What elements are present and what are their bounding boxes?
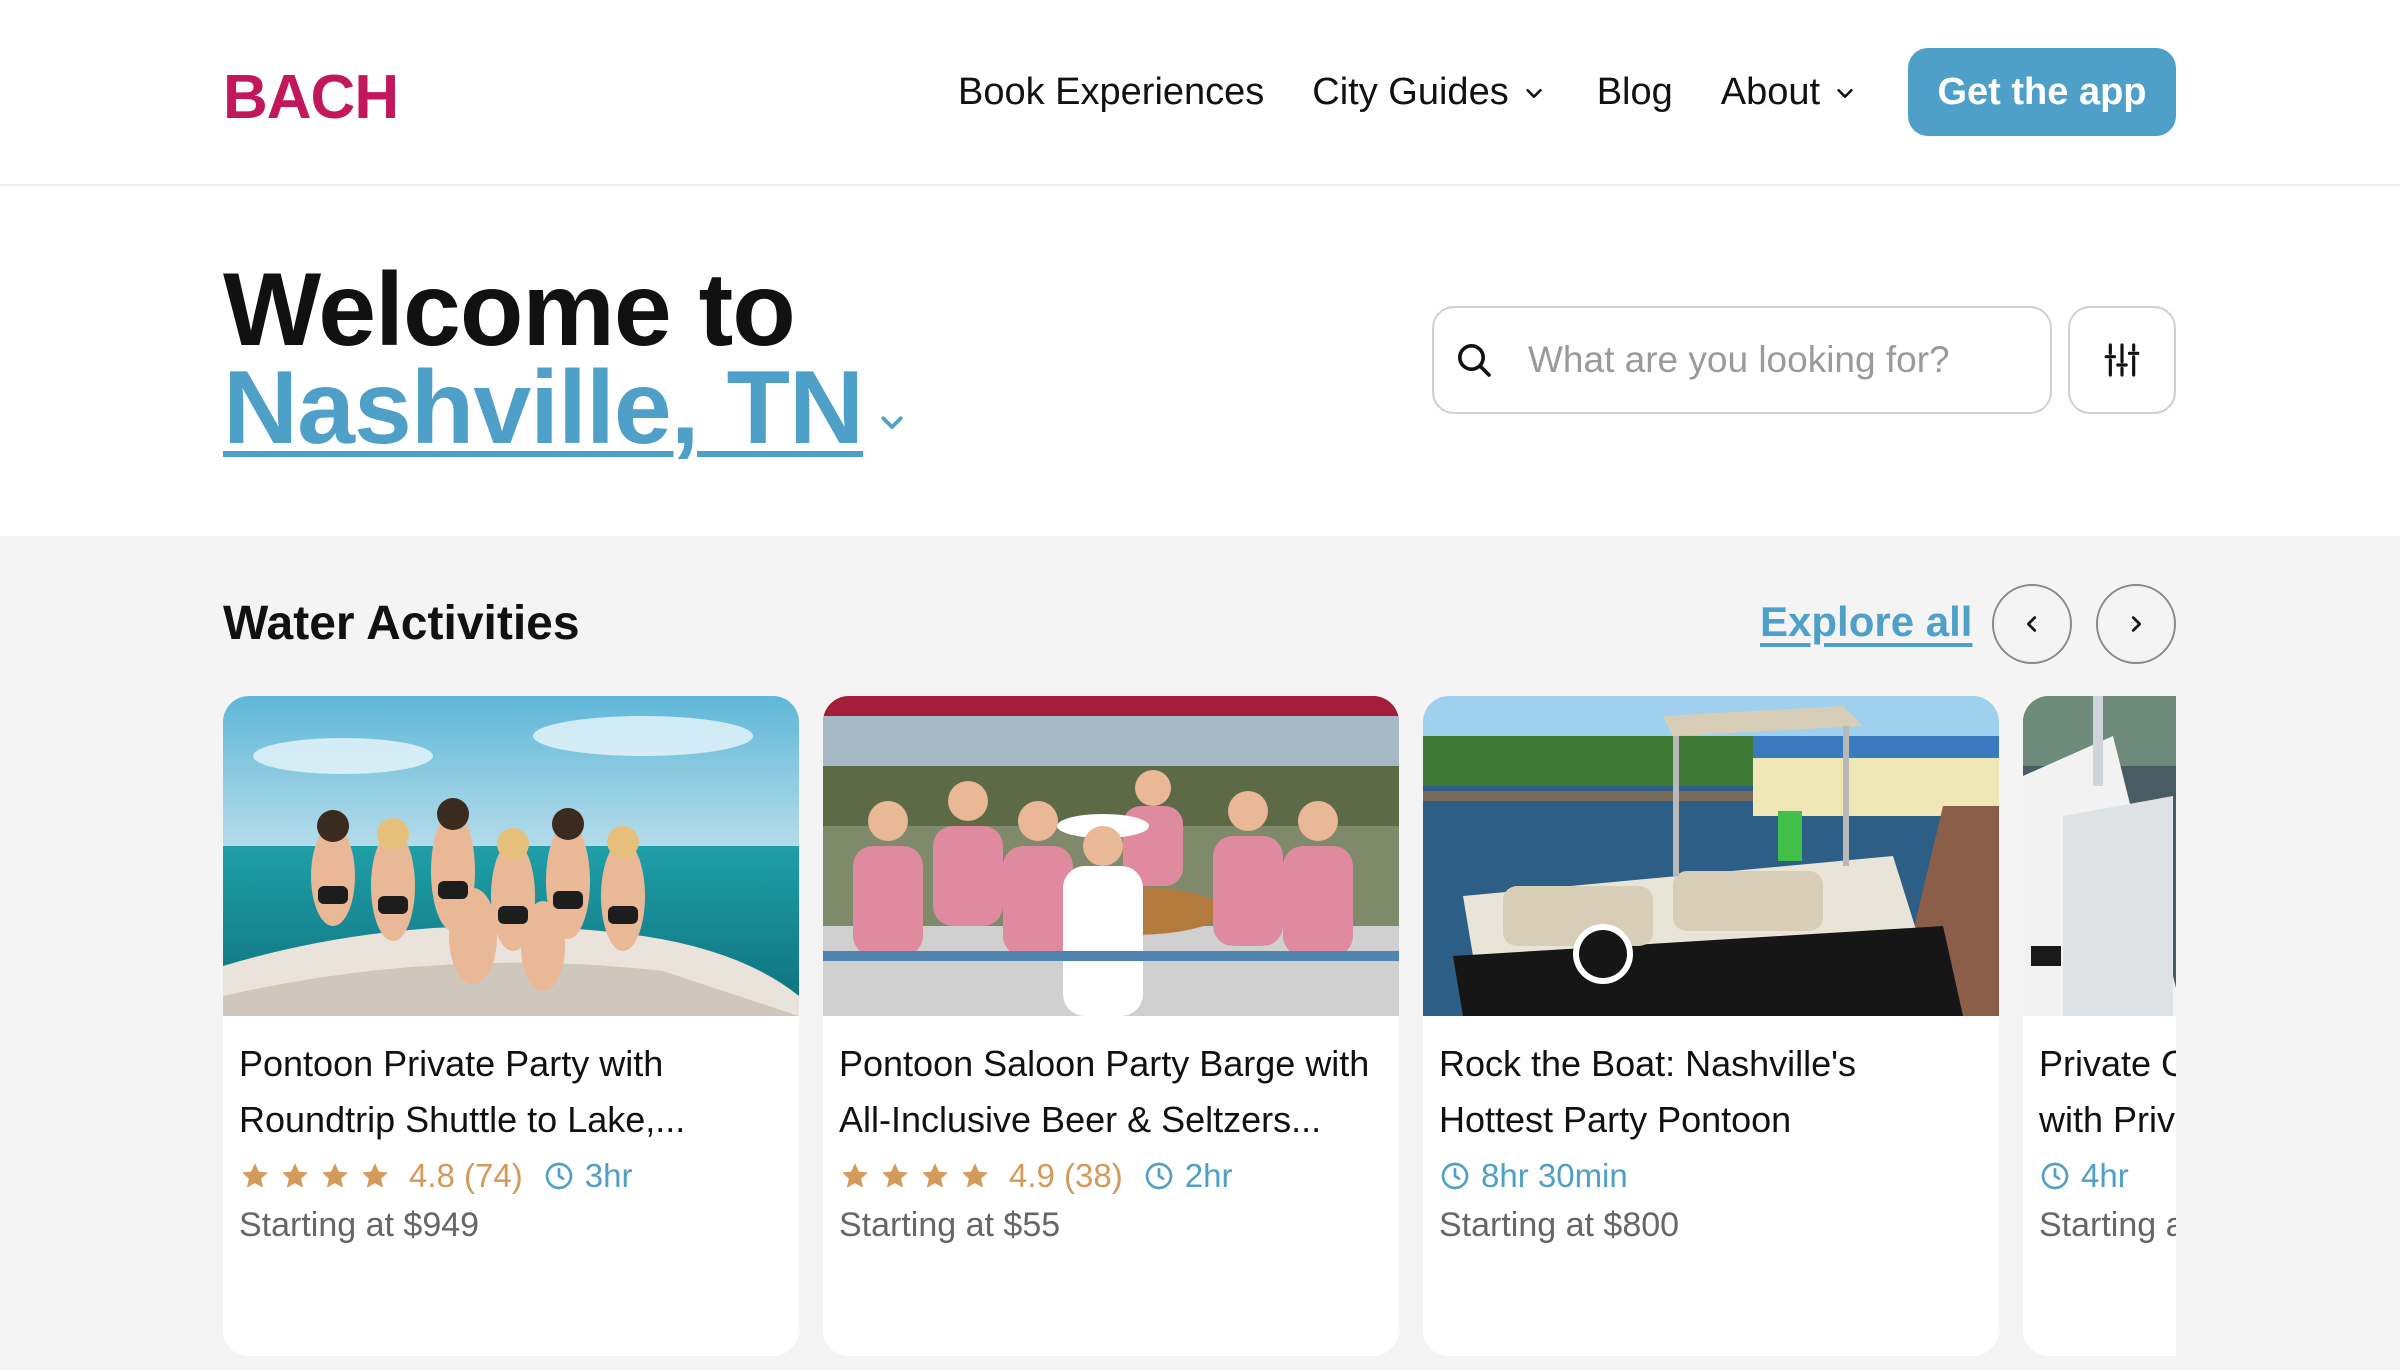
welcome-heading: Welcome to: [223, 252, 796, 368]
city-selector[interactable]: Nashville, TN: [223, 356, 907, 460]
clock-icon: [2041, 1162, 2069, 1190]
rating-text: 4.8 (74): [409, 1157, 523, 1194]
activity-title: Private C with Priv: [2039, 1036, 2176, 1148]
star-icon: [962, 1163, 988, 1188]
activity-title-line: All-Inclusive Beer & Seltzers...: [839, 1099, 1322, 1140]
activity-title-line: Roundtrip Shuttle to Lake,...: [239, 1099, 686, 1140]
nav-blog[interactable]: Blog: [1597, 71, 1673, 114]
activity-title: Pontoon Private Party with Roundtrip Shu…: [239, 1036, 783, 1148]
activity-title-line: with Priv: [2039, 1099, 2176, 1140]
activity-photo: [823, 696, 1399, 1016]
activity-card[interactable]: Pontoon Saloon Party Barge with All-Incl…: [823, 696, 1399, 1356]
star-icon: [362, 1163, 388, 1188]
rating-text: 4.9 (38): [1009, 1157, 1123, 1194]
activity-title: Rock the Boat: Nashville's Hottest Party…: [1439, 1036, 1983, 1148]
star-rating: [839, 1160, 999, 1192]
nav-book-experiences[interactable]: Book Experiences: [958, 71, 1264, 114]
price-text: Starting at $800: [1439, 1206, 1680, 1244]
nav-about[interactable]: About: [1721, 71, 1856, 114]
star-icon: [842, 1163, 868, 1188]
activity-photo: [2023, 696, 2176, 1016]
star-rating: [239, 1160, 399, 1192]
price-text: Starting at $949: [239, 1206, 480, 1244]
activity-carousel: Pontoon Private Party with Roundtrip Shu…: [223, 696, 2176, 1356]
chevron-down-icon: [1526, 88, 1542, 98]
clock-icon: [1441, 1162, 1469, 1190]
carousel-prev-button[interactable]: [1992, 584, 2072, 664]
get-the-app-button[interactable]: Get the app: [1908, 48, 2176, 136]
activity-meta: 8hr 30min: [1439, 1148, 1983, 1204]
duration-text: 2hr: [1184, 1157, 1233, 1194]
clock-icon: [1145, 1162, 1173, 1190]
nav-city-guides-label: City Guides: [1312, 70, 1509, 113]
clock-icon: [545, 1162, 573, 1190]
duration-text: 8hr 30min: [1481, 1157, 1628, 1194]
section-title: Water Activities: [223, 597, 580, 650]
activity-title-line: Private C: [2039, 1043, 2176, 1084]
activity-card[interactable]: Private C with Priv 4hr Starting a: [2023, 696, 2176, 1356]
bach-logo[interactable]: BACH: [223, 62, 399, 133]
activity-title-line: Pontoon Private Party with: [239, 1043, 664, 1084]
chevron-right-icon: [2131, 616, 2142, 632]
duration-text: 4hr: [2081, 1157, 2129, 1194]
nav-blog-label: Blog: [1596, 70, 1673, 113]
explore-all-link[interactable]: Explore all: [1760, 598, 1972, 646]
activity-card[interactable]: Pontoon Private Party with Roundtrip Shu…: [223, 696, 799, 1356]
chevron-down-icon: [1837, 88, 1853, 98]
activity-title: Pontoon Saloon Party Barge with All-Incl…: [839, 1036, 1383, 1148]
chevron-down-icon: [881, 416, 903, 429]
filter-button[interactable]: [2068, 306, 2176, 414]
activity-meta: 4hr: [2039, 1148, 2176, 1204]
star-icon: [922, 1163, 948, 1188]
search-icon: [1458, 344, 1491, 377]
star-icon: [882, 1163, 908, 1188]
star-icon: [322, 1163, 348, 1188]
activity-photo: [223, 696, 799, 1016]
city-name: Nashville, TN: [223, 350, 864, 466]
duration-text: 3hr: [584, 1157, 633, 1194]
carousel-next-button[interactable]: [2096, 584, 2176, 664]
sliders-icon: [2104, 343, 2140, 377]
nav-city-guides[interactable]: City Guides: [1312, 71, 1544, 114]
activity-title-line: Hottest Party Pontoon: [1439, 1099, 1792, 1140]
search-input[interactable]: [1528, 339, 2028, 381]
activity-meta: 4.9 (38) 2hr: [839, 1148, 1383, 1204]
price-text: Starting at $55: [839, 1206, 1061, 1244]
activity-card[interactable]: Rock the Boat: Nashville's Hottest Party…: [1423, 696, 1999, 1356]
water-activities-section: Water Activities Explore all Pontoon Pri…: [0, 536, 2400, 1370]
site-header: BACH Book Experiences City Guides Blog A…: [0, 0, 2400, 186]
star-icon: [242, 1163, 268, 1188]
activity-photo: [1423, 696, 1999, 1016]
nav-about-label: About: [1720, 70, 1821, 113]
star-icon: [282, 1163, 308, 1188]
price-text: Starting a: [2039, 1206, 2176, 1244]
hero: Welcome to Nashville, TN: [0, 188, 2400, 536]
main-nav: Book Experiences City Guides Blog About: [958, 62, 1856, 122]
activity-meta: 4.8 (74) 3hr: [239, 1148, 783, 1204]
activity-title-line: Pontoon Saloon Party Barge with: [839, 1043, 1370, 1084]
chevron-left-icon: [2026, 616, 2037, 632]
activity-title-line: Rock the Boat: Nashville's: [1439, 1043, 1857, 1084]
search-box: [1432, 306, 2052, 414]
nav-book-experiences-label: Book Experiences: [958, 70, 1265, 113]
